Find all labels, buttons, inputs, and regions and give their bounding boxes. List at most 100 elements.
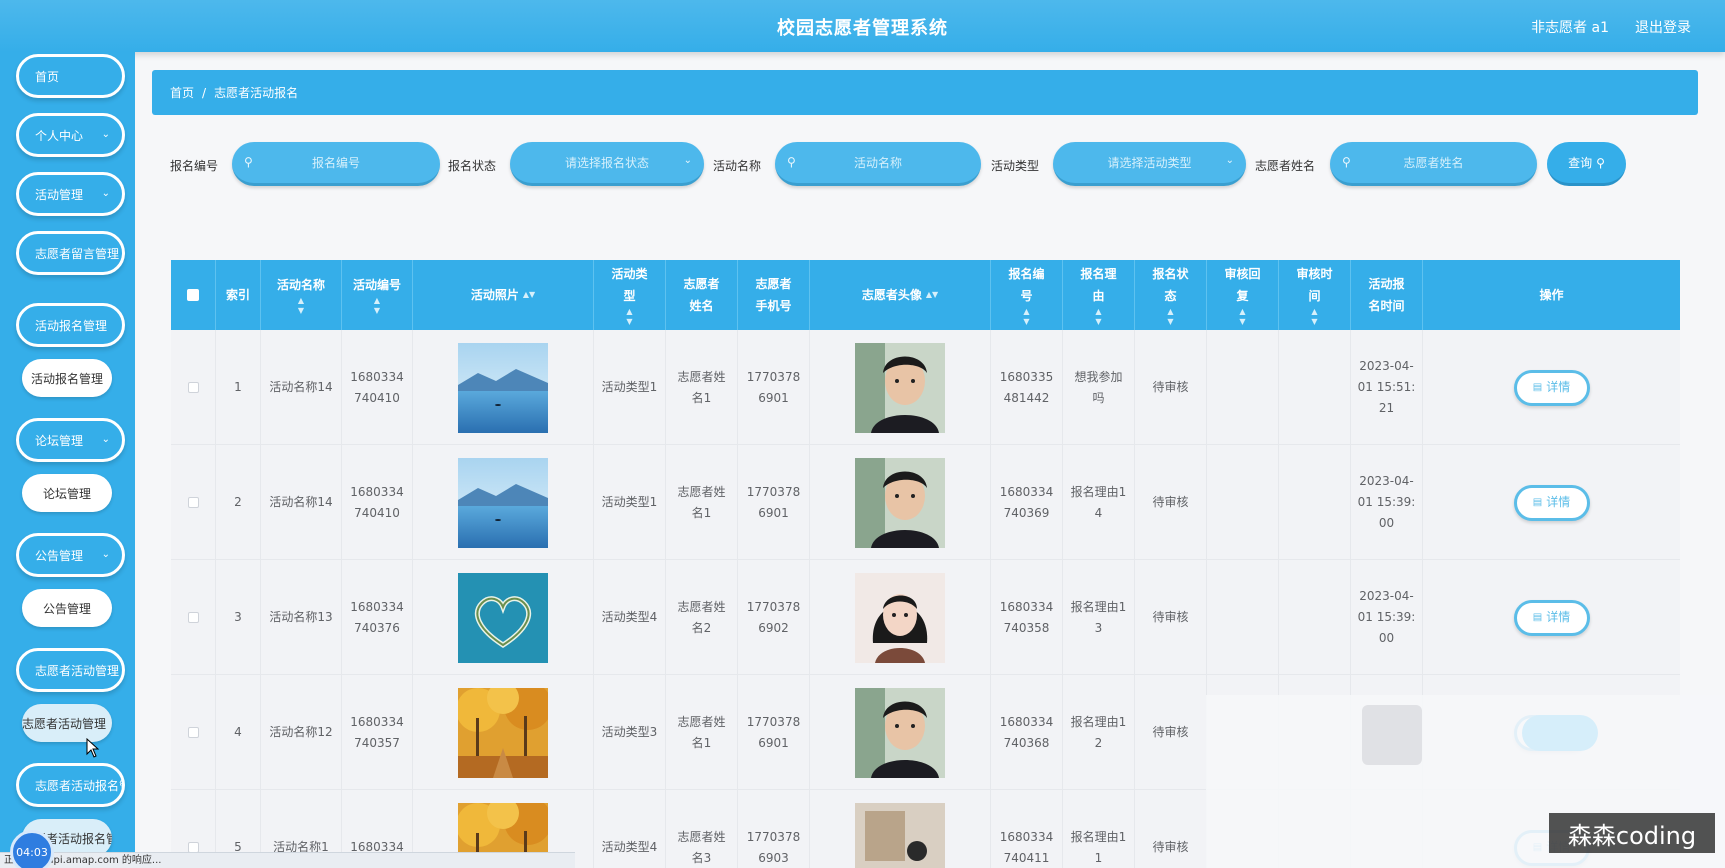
sidebar: 首页 个人中心 ⌄ 活动管理 ⌄ 志愿者留言管理 活动报名管理 活动报名管理 论坛管… [0, 52, 135, 868]
sort-icon[interactable]: ▲▼ [1311, 307, 1317, 327]
volunteer-name-input[interactable]: ⚲ 志愿者姓名 [1330, 142, 1537, 186]
activity-type-select[interactable]: 请选择活动类型 ⌄ [1053, 142, 1246, 186]
activity-name-input[interactable]: ⚲ 活动名称 [775, 142, 981, 186]
th-activity-name-label: 活动名称 [277, 278, 326, 292]
document-icon: ▤ [1532, 382, 1543, 393]
logout-link[interactable]: 退出登录 [1635, 17, 1691, 37]
top-header: 校园志愿者管理系统 非志愿者 a1 退出登录 [0, 0, 1725, 52]
sidebar-item-label: 个人中心 [35, 128, 84, 143]
th-review-time[interactable]: 审核时间 ▲ ▼ [1279, 260, 1351, 330]
breadcrumb-home[interactable]: 首页 [170, 84, 194, 101]
row-checkbox[interactable] [187, 727, 199, 738]
detail-button[interactable]: ▤详情 [1513, 369, 1590, 406]
sidebar-item-personal-center[interactable]: 个人中心 ⌄ [16, 113, 125, 157]
signup-no-label: 报名编号 [170, 159, 219, 173]
cell-check [171, 675, 216, 790]
cell-reason: 报名理由12 [1063, 675, 1135, 790]
th-signup-no-label: 报名编号 [1008, 267, 1045, 303]
sidebar-subitem-forum[interactable]: 论坛管理 [22, 474, 112, 512]
th-signup-reason[interactable]: 报名理由 ▲ ▼ [1063, 260, 1135, 330]
watermark: 森森coding [1549, 813, 1715, 853]
sidebar-item-forum[interactable]: 论坛管理 ⌄ [16, 418, 125, 462]
autumn-forest-photo [458, 687, 548, 778]
th-volunteer-phone-label: 志愿者手机号 [755, 277, 792, 313]
th-activity-photo[interactable]: 活动照片 ▲▼ [413, 260, 594, 330]
mouse-cursor-icon [86, 738, 100, 758]
sidebar-subitem-activity-signup[interactable]: 活动报名管理 [22, 359, 112, 397]
sort-icon[interactable]: ▲▼ [1095, 307, 1101, 327]
sidebar-subitem-notice[interactable]: 公告管理 [22, 589, 112, 627]
th-signup-time[interactable]: 活动报名时间 [1351, 260, 1423, 330]
th-activity-type[interactable]: 活动类型 ▲ ▼ [594, 260, 666, 330]
sidebar-item-home[interactable]: 首页 [16, 54, 125, 98]
person-photo-avatar [855, 802, 945, 868]
th-volunteer-phone[interactable]: 志愿者手机号 [738, 260, 810, 330]
sidebar-subitem-volunteer-activity[interactable]: 志愿者活动管理 [22, 704, 112, 742]
cell-signup-no: 1680335481442 [991, 330, 1063, 445]
cell-index: 3 [216, 560, 261, 675]
signup-no-placeholder: 报名编号 [311, 156, 360, 170]
th-index: 索引 [216, 260, 261, 330]
cell-volunteer-name: 志愿者姓名1 [666, 675, 738, 790]
sidebar-item-notice[interactable]: 公告管理 ⌄ [16, 533, 125, 577]
sidebar-item-volunteer-message[interactable]: 志愿者留言管理 [16, 231, 125, 275]
activity-type-placeholder: 请选择活动类型 [1107, 156, 1192, 170]
th-activity-name[interactable]: 活动名称 ▲ ▼ [261, 260, 342, 330]
current-user: 非志愿者 a1 [1531, 20, 1609, 36]
sidebar-item-volunteer-activity-signup[interactable]: 志愿者活动报名管理 [16, 763, 125, 807]
cell-signup-no: 1680334740369 [991, 445, 1063, 560]
search-icon: ⚲ [244, 155, 253, 169]
activity-type-label: 活动类型 [991, 159, 1040, 173]
sort-icon[interactable]: ▲▼ [523, 284, 535, 306]
sort-icon[interactable]: ▲▼ [1023, 307, 1029, 327]
th-signup-no[interactable]: 报名编号 ▲ ▼ [991, 260, 1063, 330]
th-signup-status-label: 报名状态 [1152, 267, 1189, 303]
row-checkbox[interactable] [187, 382, 199, 393]
sidebar-item-volunteer-activity[interactable]: 志愿者活动管理 [16, 648, 125, 692]
sort-icon[interactable]: ▲▼ [1239, 307, 1245, 327]
sort-icon[interactable]: ▲▼ [626, 307, 632, 327]
sort-icon[interactable]: ▲▼ [1167, 307, 1173, 327]
detail-button[interactable]: ▤详情 [1513, 484, 1590, 521]
cell-review-time [1279, 330, 1351, 445]
signup-status-select[interactable]: 请选择报名状态 ⌄ [510, 142, 704, 186]
row-checkbox[interactable] [187, 497, 199, 508]
detail-button[interactable]: ▤详情 [1513, 599, 1590, 636]
document-icon: ▤ [1532, 497, 1543, 508]
sort-icon[interactable]: ▲▼ [374, 296, 380, 316]
signup-no-input[interactable]: ⚲ 报名编号 [232, 142, 440, 186]
breadcrumb-separator: / [202, 85, 207, 100]
select-all-checkbox-cell[interactable] [171, 260, 216, 330]
query-button[interactable]: 查询 ⚲ [1547, 142, 1626, 186]
th-review-reply[interactable]: 审核回复 ▲ ▼ [1207, 260, 1279, 330]
th-signup-reason-label: 报名理由 [1080, 267, 1117, 303]
sidebar-item-activity[interactable]: 活动管理 ⌄ [16, 172, 125, 216]
recording-timer: 04:03 [10, 830, 54, 868]
table-header: 索引 活动名称 ▲ ▼ 活动编号 ▲ ▼ 活动照片 ▲▼ 活动类型 ▲ ▼ 志愿者姓名 志愿者… [171, 260, 1680, 330]
cell-activity-type: 活动类型4 [594, 560, 666, 675]
cell-activity-name: 活动名称12 [261, 675, 342, 790]
sort-icon[interactable]: ▲▼ [298, 296, 304, 316]
th-signup-status[interactable]: 报名状态 ▲ ▼ [1135, 260, 1207, 330]
select-all-checkbox[interactable] [187, 289, 199, 301]
sidebar-item-activity-signup[interactable]: 活动报名管理 [16, 303, 125, 347]
cell-reply [1207, 445, 1279, 560]
th-volunteer-name[interactable]: 志愿者姓名 [666, 260, 738, 330]
cell-volunteer-name: 志愿者姓名3 [666, 790, 738, 868]
breadcrumb: 首页 / 志愿者活动报名 [152, 70, 1698, 115]
th-volunteer-avatar[interactable]: 志愿者头像 ▲▼ [810, 260, 991, 330]
sort-icon[interactable]: ▲▼ [926, 284, 938, 306]
sidebar-item-label: 公告管理 [35, 548, 84, 563]
cell-signup-time: 2023-04-01 15:39:00 [1351, 560, 1423, 675]
cell-avatar [810, 445, 991, 560]
cell-status: 待审核 [1135, 330, 1207, 445]
cell-volunteer-name: 志愿者姓名1 [666, 330, 738, 445]
cell-photo [413, 445, 594, 560]
cell-index: 2 [216, 445, 261, 560]
chevron-down-icon: ⌄ [683, 155, 692, 166]
lake-photo [458, 457, 548, 548]
cell-phone: 17703786902 [738, 560, 810, 675]
th-activity-no[interactable]: 活动编号 ▲ ▼ [342, 260, 413, 330]
row-checkbox[interactable] [187, 612, 199, 623]
th-volunteer-name-label: 志愿者姓名 [683, 277, 720, 313]
